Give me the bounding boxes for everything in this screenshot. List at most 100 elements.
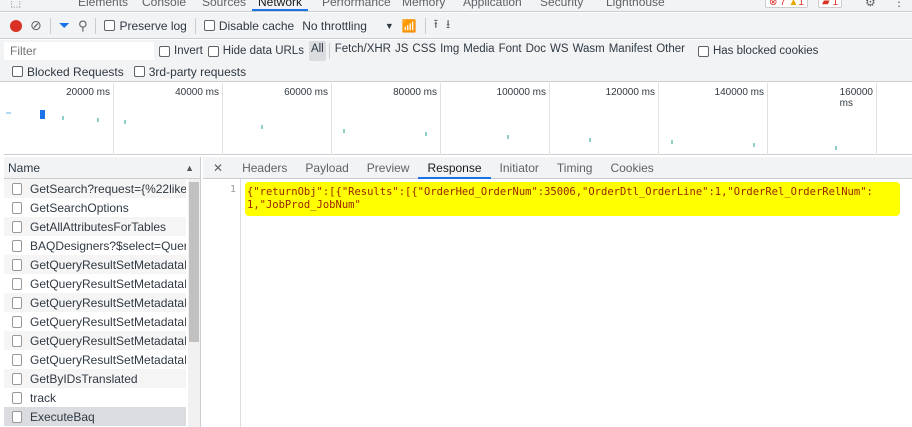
clear-icon[interactable]: ⊘ — [30, 17, 42, 34]
record-icon[interactable] — [10, 19, 22, 32]
checkbox-icon[interactable] — [203, 20, 215, 31]
filter-type-manifest[interactable]: Manifest — [607, 41, 654, 61]
filter-type-img[interactable]: Img — [438, 41, 461, 61]
line-number-gutter: 1 — [203, 179, 241, 427]
tab-security[interactable]: Security — [540, 0, 583, 9]
error-count-badge[interactable]: ⊗ 7 ▲1 — [765, 0, 808, 8]
filter-type-ws[interactable]: WS — [548, 41, 571, 61]
filter-type-doc[interactable]: Doc — [524, 41, 548, 61]
blocked-requests-label: Blocked Requests — [27, 64, 124, 79]
blocked-requests-checkbox[interactable]: Blocked Requests — [12, 65, 124, 79]
request-row[interactable]: BAQDesigners?$select=QueryID, — [4, 236, 186, 255]
tab-timing[interactable]: Timing — [548, 157, 602, 179]
checkbox-icon[interactable] — [207, 45, 219, 57]
filter-type-fetch-xhr[interactable]: Fetch/XHR — [333, 41, 393, 61]
tab-lighthouse[interactable]: Lighthouse — [606, 0, 665, 9]
checkbox-icon[interactable] — [133, 66, 145, 77]
filter-input[interactable] — [4, 42, 154, 60]
grid-line — [767, 83, 768, 155]
tab-preview[interactable]: Preview — [358, 157, 419, 179]
preserve-log-checkbox[interactable]: Preserve log — [104, 19, 187, 33]
third-party-requests-checkbox[interactable]: 3rd-party requests — [133, 65, 246, 79]
tab-elements[interactable]: Elements — [78, 0, 128, 9]
grid-line — [876, 83, 877, 155]
request-bar — [835, 146, 837, 150]
close-details-icon[interactable]: ✕ — [203, 157, 233, 179]
filter-type-media[interactable]: Media — [461, 41, 496, 61]
timeline-label: 20000 ms — [66, 87, 110, 98]
disable-cache-checkbox[interactable]: Disable cache — [203, 19, 294, 33]
warning-count: 1 — [798, 0, 804, 8]
has-blocked-cookies-checkbox[interactable]: Has blocked cookies — [697, 45, 818, 57]
filter-type-wasm[interactable]: Wasm — [571, 41, 607, 61]
timeline-label: 140000 ms — [714, 87, 764, 98]
request-row[interactable]: track — [4, 388, 186, 407]
filter-type-all[interactable]: All — [308, 41, 326, 61]
issues-badge[interactable]: ▰ 1 — [818, 0, 843, 8]
request-type-icon — [12, 239, 22, 252]
checkbox-icon[interactable] — [12, 66, 23, 77]
filter-type-js[interactable]: JS — [393, 41, 410, 61]
warning-icon: ▲ — [788, 0, 799, 8]
divider — [194, 17, 196, 34]
throttling-select[interactable]: No throttling ▼ — [302, 19, 394, 33]
import-har-icon[interactable]: ⭱ — [434, 15, 438, 36]
request-row[interactable]: ExecuteBaq — [4, 407, 186, 426]
filter-type-other[interactable]: Other — [654, 41, 687, 61]
request-row[interactable]: GetQueryResultSetMetadataByID — [4, 293, 186, 312]
tab-sources[interactable]: Sources — [202, 0, 246, 9]
tab-network[interactable]: Network — [252, 0, 309, 11]
hide-data-urls-checkbox[interactable]: Hide data URLs — [207, 45, 304, 57]
tab-cookies[interactable]: Cookies — [601, 157, 662, 179]
checkbox-icon[interactable] — [104, 20, 116, 31]
details-tabs: ✕ Headers Payload Preview Response Initi… — [203, 157, 912, 179]
scrollbar-thumb[interactable] — [189, 182, 199, 342]
request-type-icon — [12, 315, 22, 328]
search-icon[interactable]: ⚲ — [78, 18, 88, 34]
request-row[interactable]: GetByIDsTranslated — [4, 369, 186, 388]
invert-checkbox[interactable]: Invert — [159, 45, 203, 57]
more-options-icon[interactable]: ⋮ — [893, 0, 905, 9]
request-row[interactable]: GetSearchOptions — [4, 198, 186, 217]
checkbox-icon[interactable] — [159, 45, 170, 57]
request-list-scrollbar[interactable] — [188, 179, 200, 427]
tab-console[interactable]: Console — [142, 0, 186, 9]
hide-data-urls-label: Hide data URLs — [222, 45, 304, 57]
request-row[interactable]: GetAllAttributesForTables — [4, 217, 186, 236]
request-name: GetSearch?request={%22like%22 — [30, 181, 186, 196]
tab-application[interactable]: Application — [463, 0, 522, 9]
request-name: GetSearchOptions — [30, 200, 129, 215]
checkbox-icon[interactable] — [697, 45, 709, 57]
tab-payload[interactable]: Payload — [296, 157, 357, 179]
tab-response[interactable]: Response — [418, 157, 491, 179]
timeline-label: 40000 ms — [175, 87, 219, 98]
settings-gear-icon[interactable]: ⚙ — [865, 0, 876, 9]
request-row[interactable]: GetQueryResultSetMetadataByID — [4, 255, 186, 274]
request-row[interactable]: GetQueryResultSetMetadataByID — [4, 274, 186, 293]
issue-count: 1 — [832, 0, 839, 8]
filter-type-css[interactable]: CSS — [410, 41, 438, 61]
request-row[interactable]: GetSearch?request={%22like%22 — [4, 179, 186, 198]
tab-performance[interactable]: Performance — [322, 0, 391, 9]
request-bar — [671, 140, 673, 144]
name-column-header[interactable]: Name ▲ — [4, 157, 200, 179]
response-body[interactable]: {"returnObj":[{"Results":[{"OrderHed_Ord… — [245, 182, 900, 216]
inspect-icon[interactable]: ⬚ — [10, 0, 21, 9]
invert-label: Invert — [174, 45, 203, 57]
grid-line — [549, 83, 550, 155]
tab-initiator[interactable]: Initiator — [491, 157, 548, 179]
network-conditions-icon[interactable]: 📶 — [402, 19, 417, 33]
tab-headers[interactable]: Headers — [233, 157, 296, 179]
tab-memory[interactable]: Memory — [402, 0, 445, 9]
filter-bar-secondary: Blocked Requests 3rd-party requests — [0, 62, 912, 82]
network-overview-timeline[interactable]: 20000 ms 40000 ms 60000 ms 80000 ms 1000… — [4, 83, 912, 155]
export-har-icon[interactable]: ⭳ — [446, 15, 450, 36]
request-row[interactable]: GetQueryResultSetMetadataByID — [4, 350, 186, 369]
request-row[interactable]: GetQueryResultSetMetadataByID — [4, 312, 186, 331]
request-bar — [589, 138, 591, 142]
filter-type-font[interactable]: Font — [497, 41, 524, 61]
request-row[interactable]: GetQueryResultSetMetadataByID — [4, 331, 186, 350]
request-bar — [261, 125, 263, 129]
request-name: ExecuteBaq — [30, 409, 95, 424]
filter-icon[interactable]: ⏷ — [59, 17, 70, 34]
